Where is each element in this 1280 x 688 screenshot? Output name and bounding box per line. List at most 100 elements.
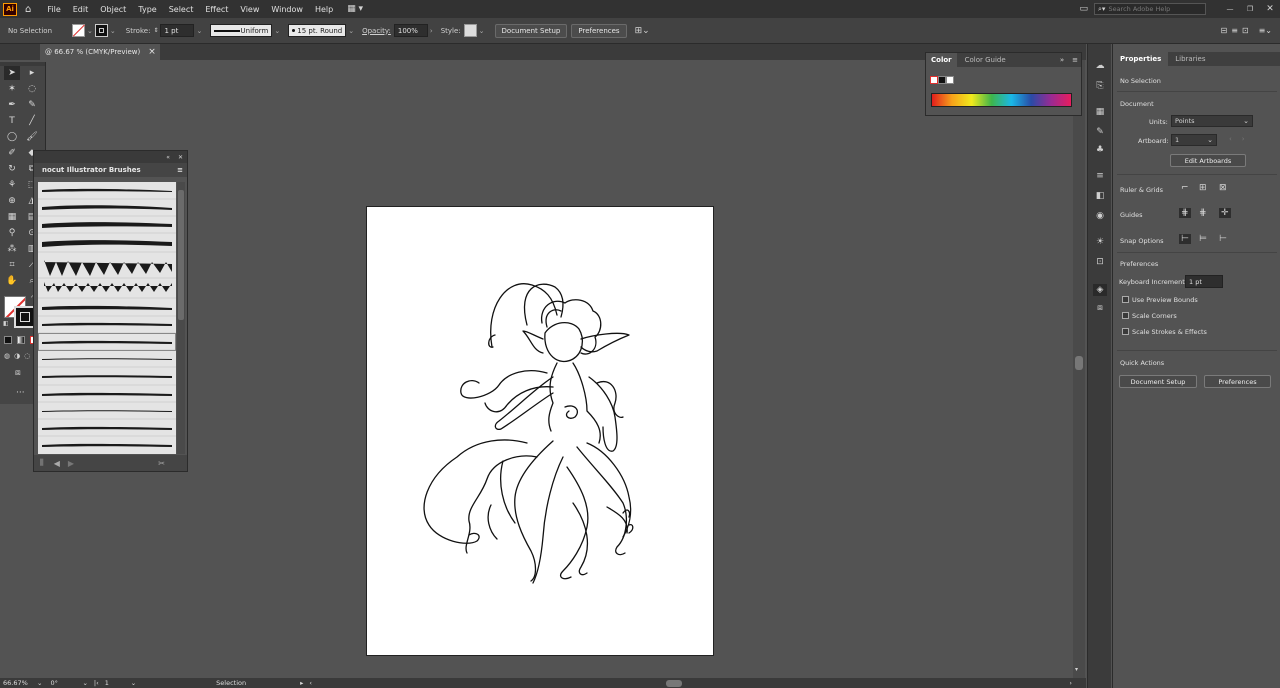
grid-icon[interactable]: ⊞ bbox=[1199, 183, 1207, 193]
shape-builder-tool-icon[interactable]: ⊕ bbox=[4, 194, 20, 208]
keyboard-increment-input[interactable]: 1 pt bbox=[1185, 275, 1223, 288]
artboard-nav-prev-icon[interactable]: |‹ bbox=[94, 679, 99, 687]
panel-menu-icon[interactable]: ≡ bbox=[177, 166, 183, 174]
collapse-icon[interactable]: « bbox=[166, 154, 170, 161]
perspective-grid-tool-icon[interactable]: ▦ bbox=[4, 210, 20, 224]
tab-libraries[interactable]: Libraries bbox=[1168, 55, 1212, 63]
current-tool[interactable]: Selection bbox=[216, 679, 300, 687]
stroke-weight-input[interactable]: 1 pt bbox=[160, 24, 195, 37]
libraries-icon[interactable]: ☁ bbox=[1093, 60, 1107, 72]
artboard-nav-icons[interactable]: ‹› bbox=[1229, 135, 1255, 143]
lock-guides-icon[interactable]: ⋕ bbox=[1199, 208, 1207, 218]
edit-toolbar-icon[interactable]: ··· bbox=[16, 388, 25, 398]
brush-libraries-icon[interactable]: ⫼ bbox=[40, 458, 44, 468]
symbol-sprayer-tool-icon[interactable]: ⁂ bbox=[4, 242, 20, 256]
status-menu-icon[interactable]: ▸ bbox=[300, 679, 303, 687]
chevron-down-icon[interactable]: ⌄ bbox=[131, 679, 136, 687]
quick-document-setup-button[interactable]: Document Setup bbox=[1119, 375, 1197, 388]
tab-color[interactable]: Color bbox=[926, 53, 957, 67]
stroke-panel-icon[interactable]: ≡ bbox=[1093, 170, 1107, 182]
menu-edit[interactable]: Edit bbox=[67, 5, 95, 14]
show-guides-icon[interactable]: ⋕ bbox=[1179, 208, 1191, 218]
brushes-panel-header[interactable]: « ✕ bbox=[34, 151, 187, 163]
hand-tool-icon[interactable]: ✋ bbox=[4, 274, 20, 288]
menu-view[interactable]: View bbox=[234, 5, 265, 14]
brush-definition[interactable]: 15 pt. Round bbox=[288, 24, 347, 37]
rotation-value[interactable]: 0° bbox=[50, 679, 82, 687]
panel-menu-icon[interactable]: ≡ bbox=[1072, 56, 1078, 64]
tab-color-guide[interactable]: Color Guide bbox=[957, 56, 1014, 64]
menu-type[interactable]: Type bbox=[132, 5, 162, 14]
collapse-icon[interactable]: » bbox=[1060, 56, 1064, 64]
brush-list-scrollbar[interactable] bbox=[177, 182, 185, 454]
draw-mode-icons[interactable]: ◍◑◌ bbox=[4, 352, 34, 360]
align-icons[interactable]: ⊟≡⊡ bbox=[1220, 26, 1252, 35]
more-options-icon[interactable]: ≡⌄ bbox=[1259, 26, 1272, 35]
zoom-level[interactable]: 66.67% bbox=[3, 679, 37, 687]
artboard-dropdown[interactable]: 1 ⌄ bbox=[1171, 134, 1217, 146]
align-options-icon[interactable]: ⊞⌄ bbox=[635, 26, 650, 36]
line-art-illustration[interactable] bbox=[367, 207, 715, 657]
scroll-right-icon[interactable]: › bbox=[1069, 679, 1072, 687]
document-setup-button[interactable]: Document Setup bbox=[494, 23, 568, 38]
chevron-down-icon[interactable]: ⌄ bbox=[274, 27, 280, 35]
default-fill-stroke-icon[interactable]: ◧ bbox=[3, 320, 9, 327]
type-tool-icon[interactable]: T bbox=[4, 114, 20, 128]
snap-to-point-icon[interactable]: ⊢ bbox=[1179, 234, 1191, 244]
black-swatch[interactable] bbox=[938, 76, 946, 84]
artboard[interactable] bbox=[366, 206, 714, 656]
opacity-input[interactable]: 100% bbox=[393, 24, 428, 37]
line-tool-icon[interactable]: ╱ bbox=[24, 114, 40, 128]
color-swatches[interactable] bbox=[930, 76, 954, 84]
chevron-down-icon[interactable]: ⌄ bbox=[348, 27, 354, 35]
ellipse-tool-icon[interactable]: ◯ bbox=[4, 130, 20, 144]
chevron-down-icon[interactable]: ⌄ bbox=[87, 27, 93, 35]
use-preview-bounds-label[interactable]: Use Preview Bounds bbox=[1132, 296, 1198, 304]
shaper-tool-icon[interactable]: ✐ bbox=[4, 146, 20, 160]
chevron-down-icon[interactable]: ⌄ bbox=[37, 679, 42, 687]
quick-preferences-button[interactable]: Preferences bbox=[1204, 375, 1271, 388]
chevron-down-icon[interactable]: ⌄ bbox=[110, 27, 116, 35]
scroll-left-icon[interactable]: ‹ bbox=[309, 679, 312, 687]
scroll-thumb[interactable] bbox=[178, 190, 184, 320]
brush-strokes[interactable] bbox=[38, 182, 176, 454]
transparency-grid-icon[interactable]: ⊠ bbox=[1219, 183, 1227, 193]
artboard-tool-icon[interactable]: ⌗ bbox=[4, 258, 20, 272]
minimize-icon[interactable]: — bbox=[1220, 5, 1240, 13]
symbols-icon[interactable]: ♣ bbox=[1093, 144, 1107, 156]
close-window-icon[interactable]: ✕ bbox=[1260, 4, 1280, 14]
close-icon[interactable]: × bbox=[148, 47, 156, 57]
graphic-style-swatch[interactable] bbox=[463, 24, 477, 37]
stroke-stepper-icon[interactable]: ⇕ bbox=[153, 27, 158, 34]
next-library-icon[interactable]: ▶ bbox=[68, 459, 74, 468]
eyedropper-tool-icon[interactable]: ⚲ bbox=[4, 226, 20, 240]
menu-file[interactable]: File bbox=[41, 5, 66, 14]
scale-strokes-label[interactable]: Scale Strokes & Effects bbox=[1132, 328, 1207, 336]
menu-help[interactable]: Help bbox=[309, 5, 339, 14]
menu-select[interactable]: Select bbox=[163, 5, 200, 14]
brushes-panel-tab[interactable]: nocut Illustrator Brushes ≡ bbox=[34, 163, 187, 177]
rotate-tool-icon[interactable]: ↻ bbox=[4, 162, 20, 176]
artboards-icon[interactable]: ▦ bbox=[1093, 106, 1107, 118]
panel-toggle-icon[interactable]: ▭ bbox=[1079, 4, 1088, 14]
variable-width-profile[interactable]: Uniform bbox=[210, 24, 273, 37]
chevron-down-icon[interactable]: ⌄ bbox=[479, 27, 485, 35]
close-icon[interactable]: ✕ bbox=[178, 154, 183, 161]
warp-tool-icon[interactable]: ⚘ bbox=[4, 178, 20, 192]
vertical-scrollbar[interactable]: ▾ bbox=[1073, 60, 1085, 678]
delete-brush-icon[interactable]: ✂ bbox=[158, 459, 165, 468]
previous-library-icon[interactable]: ◀ bbox=[54, 459, 60, 468]
brush-list[interactable] bbox=[38, 182, 176, 454]
search-box[interactable]: ⌕▾ Search Adobe Help bbox=[1094, 3, 1206, 15]
horizontal-scroll-thumb[interactable] bbox=[666, 679, 683, 687]
restore-icon[interactable]: ❐ bbox=[1240, 5, 1260, 13]
color-mode-icon[interactable] bbox=[4, 336, 12, 344]
menu-window[interactable]: Window bbox=[265, 5, 309, 14]
stroke-swatch[interactable] bbox=[94, 24, 108, 37]
export-icon[interactable]: ⎘ bbox=[1093, 80, 1107, 92]
paintbrush-tool-icon[interactable]: 🖌 bbox=[24, 130, 40, 144]
ruler-icon[interactable]: ⌐ bbox=[1181, 183, 1189, 193]
opacity-label[interactable]: Opacity: bbox=[362, 27, 391, 35]
home-icon[interactable]: ⌂ bbox=[25, 4, 31, 15]
curvature-tool-icon[interactable]: ✎ bbox=[24, 98, 40, 112]
